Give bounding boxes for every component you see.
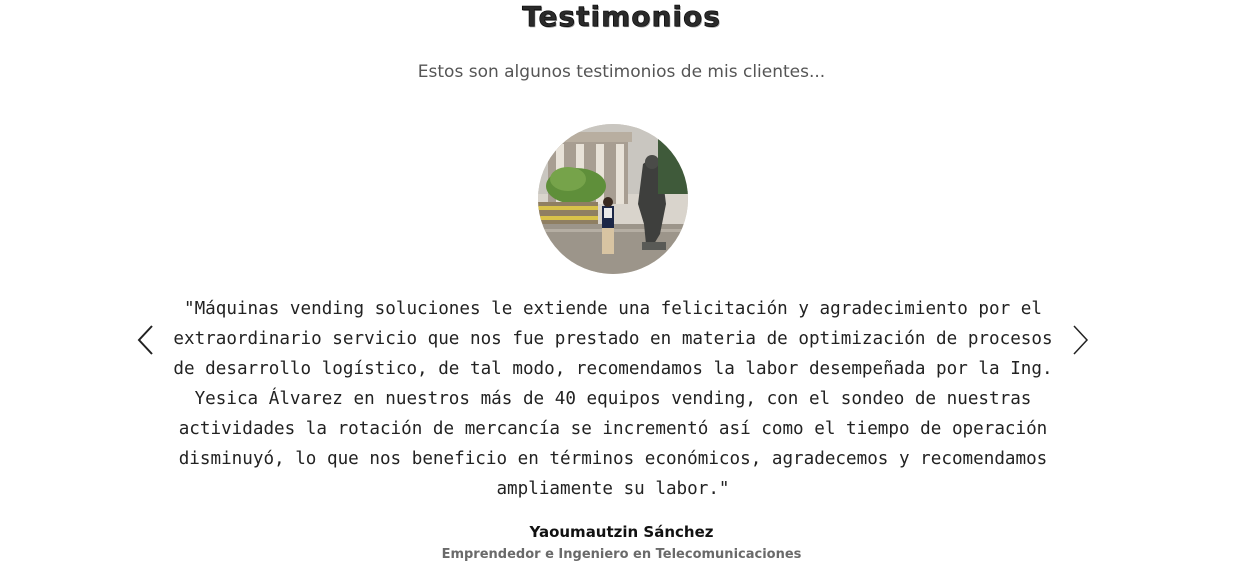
testimonial-author-role: Emprendedor e Ingeniero en Telecomunicac…: [441, 547, 802, 562]
testimonial-quote: "Máquinas vending soluciones le extiende…: [173, 299, 1053, 499]
section-title: Testimonios: [522, 0, 721, 33]
client-photo: [538, 124, 688, 274]
chevron-left-icon: [137, 325, 153, 355]
section-subtitle: Estos son algunos testimonios de mis cli…: [417, 62, 826, 82]
previous-testimonial-button[interactable]: [136, 324, 156, 356]
chevron-right-icon: [1073, 325, 1089, 355]
testimonial-author: Yaoumautzin Sánchez: [529, 523, 714, 541]
client-avatar: [538, 124, 688, 274]
next-testimonial-button[interactable]: [1070, 324, 1090, 356]
